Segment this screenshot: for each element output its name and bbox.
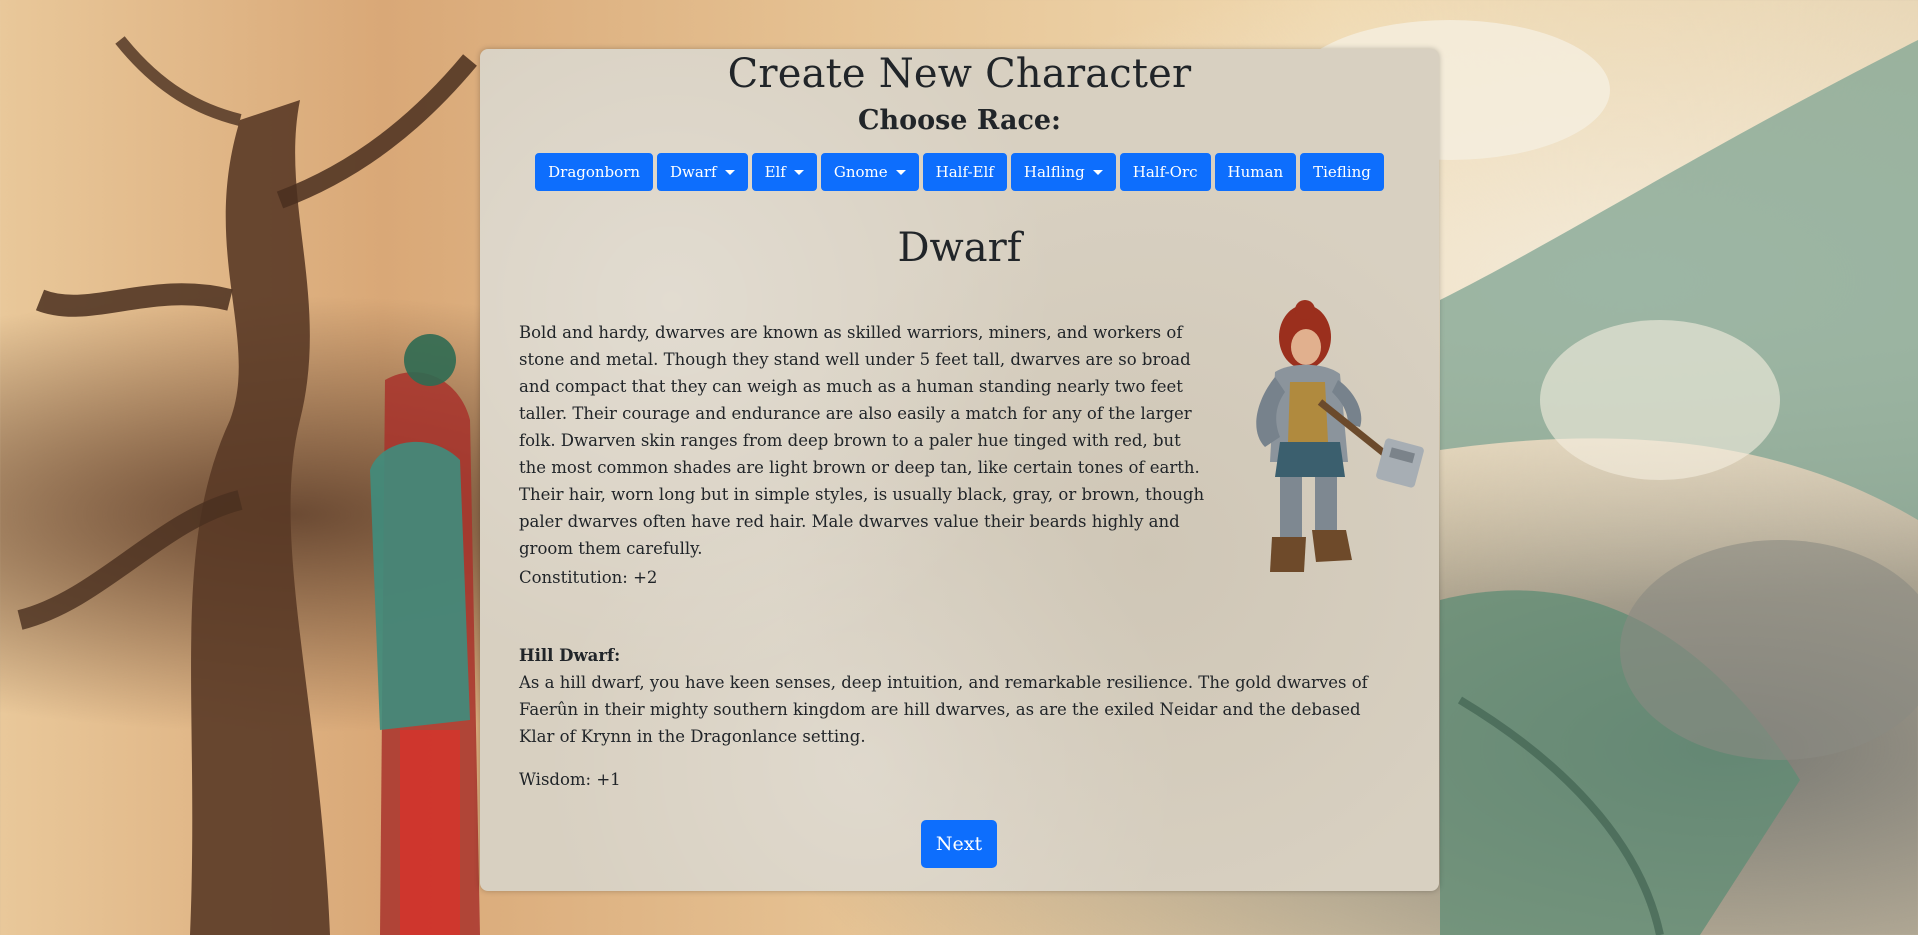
caret-down-icon [724, 170, 735, 175]
race-button-half-elf[interactable]: Half-Elf [922, 153, 1007, 191]
race-button-tiefling[interactable]: Tiefling [1300, 153, 1384, 191]
race-description: Bold and hardy, dwarves are known as ski… [519, 323, 1205, 558]
race-button-label: Human [1227, 163, 1284, 181]
race-button-label: Halfling [1023, 163, 1085, 181]
page-title: Create New Character [727, 51, 1192, 97]
race-button-label: Elf [764, 163, 786, 181]
caret-down-icon [895, 170, 906, 175]
race-button-label: Tiefling [1313, 163, 1371, 181]
race-dropdown-elf[interactable]: Elf [751, 153, 817, 191]
subrace-name: Hill Dwarf: [519, 646, 621, 665]
race-button-human[interactable]: Human [1214, 153, 1297, 191]
choose-race-label: Choose Race: [857, 105, 1062, 136]
race-button-label: Half-Orc [1132, 163, 1198, 181]
race-dropdown-gnome[interactable]: Gnome [820, 153, 919, 191]
race-selector: Dragonborn Dwarf Elf Gnome Half-Elf Half… [480, 153, 1439, 191]
character-creation-panel: Create New Character Choose Race: Dragon… [480, 49, 1439, 891]
race-button-label: Half-Elf [935, 163, 994, 181]
subrace-description: As a hill dwarf, you have keen senses, d… [519, 673, 1368, 746]
race-dropdown-dwarf[interactable]: Dwarf [657, 153, 748, 191]
subrace-ability-bonus: Wisdom: +1 [519, 770, 621, 789]
race-button-label: Dwarf [670, 163, 717, 181]
race-dropdown-halfling[interactable]: Halfling [1010, 153, 1116, 191]
race-button-dragonborn[interactable]: Dragonborn [535, 153, 654, 191]
next-button[interactable]: Next [921, 820, 997, 868]
race-button-label: Dragonborn [548, 163, 641, 181]
dwarf-portrait-image [1220, 292, 1430, 592]
caret-down-icon [1092, 170, 1103, 175]
selected-race-heading: Dwarf [897, 225, 1022, 271]
race-button-half-orc[interactable]: Half-Orc [1119, 153, 1211, 191]
subrace-section: Hill Dwarf: As a hill dwarf, you have ke… [519, 642, 1399, 750]
caret-down-icon [793, 170, 804, 175]
race-button-label: Gnome [833, 163, 888, 181]
race-ability-bonus: Constitution: +2 [519, 568, 658, 587]
